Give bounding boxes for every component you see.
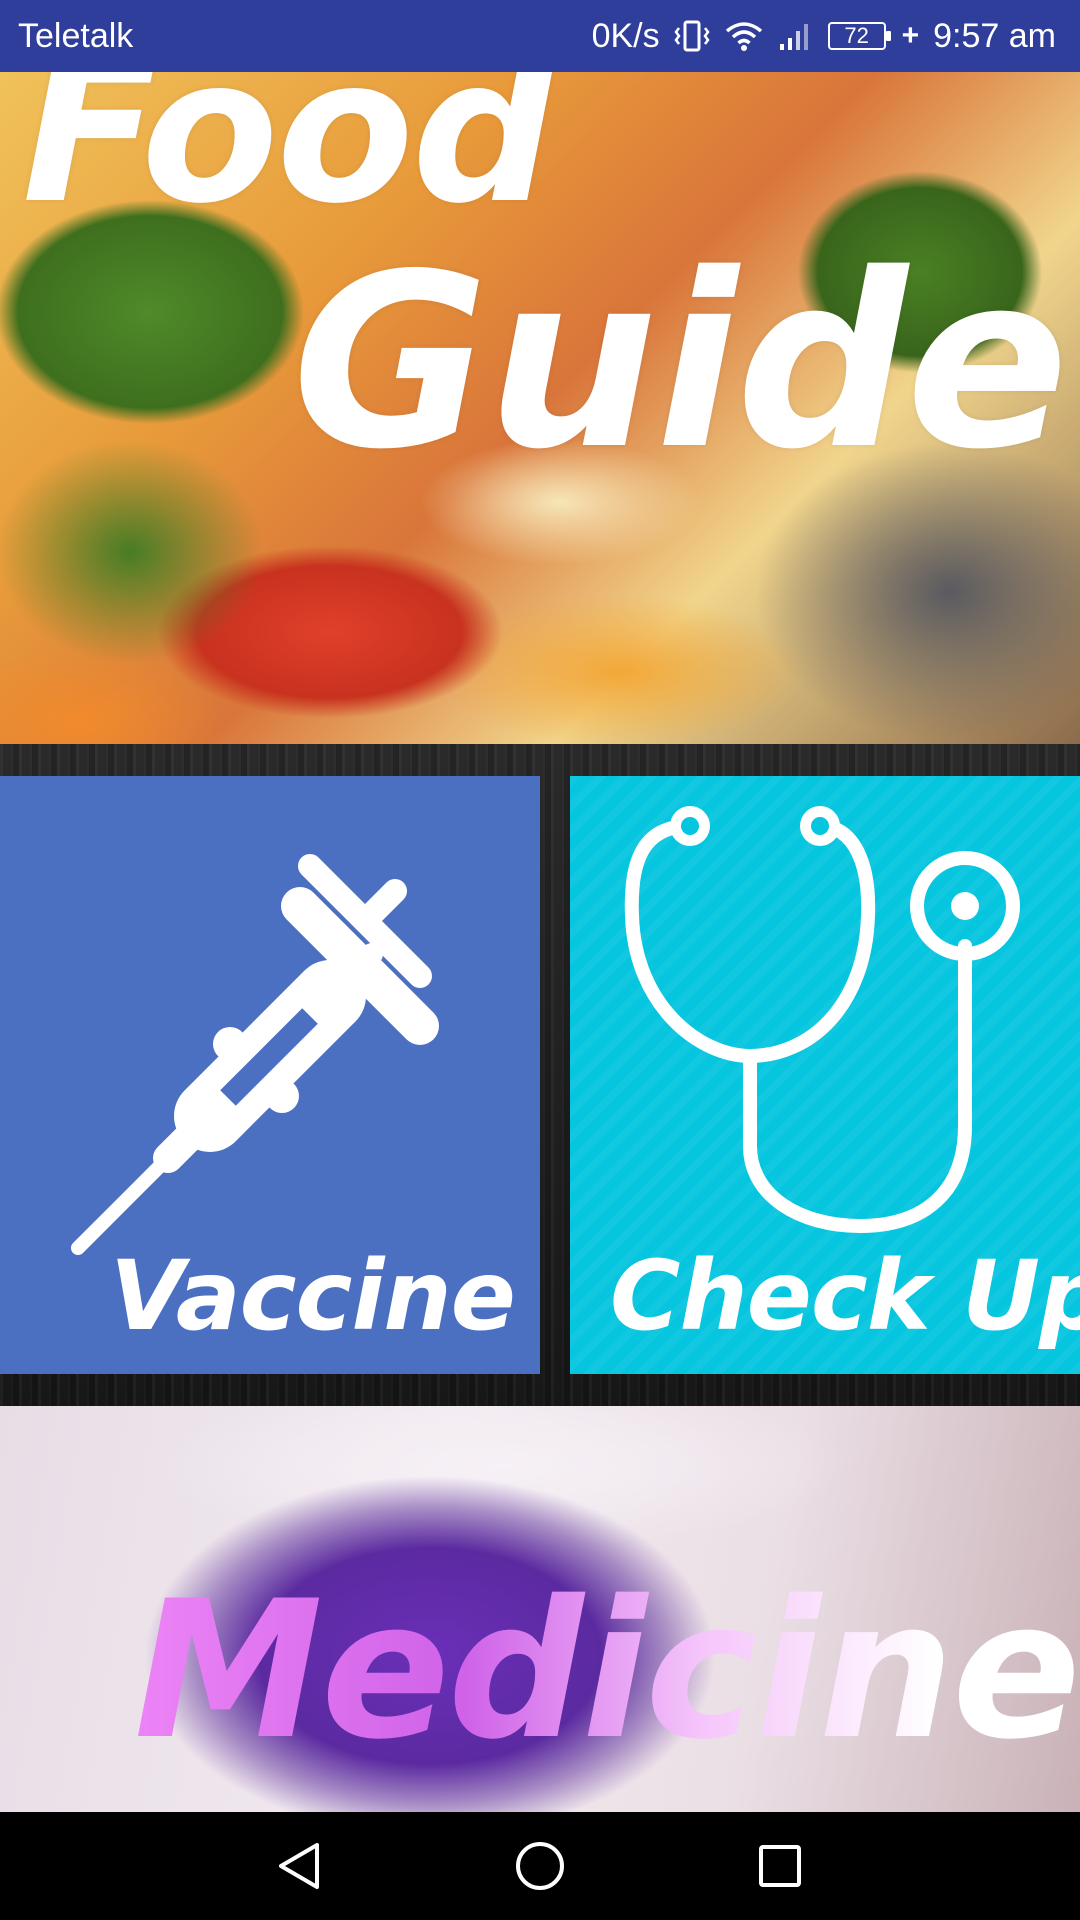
medicine-label: Medicine xyxy=(134,1560,1080,1781)
vaccine-button[interactable]: Vaccine xyxy=(0,776,540,1374)
recents-icon[interactable] xyxy=(735,1821,825,1911)
signal-icon xyxy=(778,20,814,52)
carrier-name: Teletalk xyxy=(18,16,134,55)
food-guide-title-line1: Food xyxy=(22,72,555,248)
status-bar: Teletalk 0K/s 72 + 9:57 am xyxy=(0,0,1080,72)
stethoscope-icon xyxy=(624,806,1020,1234)
navigation-bar xyxy=(0,1812,1080,1920)
food-guide-button[interactable]: Food Guide xyxy=(0,72,1080,744)
battery-icon: 72 xyxy=(827,22,891,50)
checkup-label: Check Up xyxy=(610,1240,1080,1352)
vaccine-label: Vaccine xyxy=(110,1240,516,1352)
network-speed: 0K/s xyxy=(591,16,660,55)
checkup-button[interactable]: Check Up xyxy=(570,776,1080,1374)
food-guide-title-line2: Guide xyxy=(292,222,1069,502)
charging-icon: + xyxy=(901,19,920,52)
clock: 9:57 am xyxy=(933,16,1056,55)
back-icon[interactable] xyxy=(255,1821,345,1911)
home-icon[interactable] xyxy=(495,1821,585,1911)
vibrate-icon xyxy=(674,19,710,53)
medicine-button[interactable]: Medicine xyxy=(0,1406,1080,1812)
syringe-icon xyxy=(71,854,439,1255)
wifi-icon xyxy=(724,20,764,52)
status-icons: 0K/s 72 + 9:57 am xyxy=(592,17,1056,56)
app-screen: Teletalk 0K/s 72 + 9:57 am Food Guide Va… xyxy=(0,0,1080,1920)
